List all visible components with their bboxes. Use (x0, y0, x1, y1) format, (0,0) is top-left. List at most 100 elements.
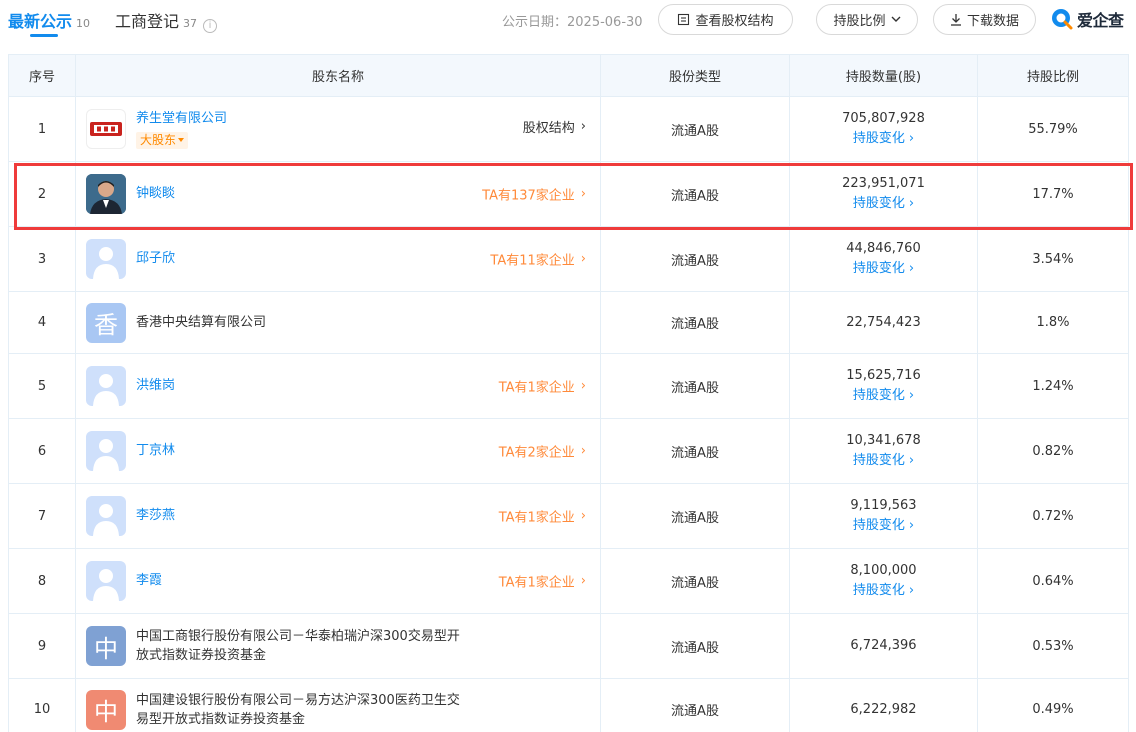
table-row: 9 中 中国工商银行股份有限公司－华泰柏瑞沪深300交易型开放式指数证券投资基金… (8, 613, 1129, 679)
share-type: 流通A股 (600, 613, 790, 679)
row-index: 8 (8, 548, 76, 614)
share-type: 流通A股 (600, 548, 790, 614)
related-companies-link[interactable]: TA有137家企业 › (482, 185, 586, 204)
table-row: 4 香 香港中央结算有限公司 流通A股 22,754,423 1.8% (8, 291, 1129, 354)
share-ratio: 3.54% (977, 226, 1129, 292)
column-header-share-type: 股份类型 (600, 54, 790, 97)
table-row: 3 邱子欣 TA有11家企业 › 流通A股 44,846,760 持股变化 › … (8, 226, 1129, 292)
share-quantity: 8,100,000 (850, 563, 917, 578)
holding-change-link[interactable]: 持股变化 › (853, 129, 914, 149)
quantity-cell: 6,222,982 (789, 678, 978, 732)
shareholder-cell: 李莎燕 TA有1家企业 › (75, 483, 601, 549)
info-icon[interactable]: i (203, 19, 218, 33)
quantity-cell: 44,846,760 持股变化 › (789, 226, 978, 292)
share-type: 流通A股 (600, 291, 790, 354)
chevron-right-icon: › (908, 583, 915, 598)
link-label: 持股变化 (852, 583, 905, 598)
link-label: 持股变化 (852, 388, 905, 403)
shareholder-name-link[interactable]: 李霞 (136, 572, 162, 590)
person-silhouette-icon (93, 439, 119, 471)
chevron-right-icon: › (908, 196, 915, 211)
shareholder-cell: 香 香港中央结算有限公司 (75, 291, 601, 354)
shareholder-name-link[interactable]: 养生堂有限公司 (136, 110, 227, 128)
button-label: 下载数据 (966, 14, 1019, 29)
shareholder-name-link[interactable]: 钟睒睒 (136, 185, 175, 203)
link-label: 持股变化 (852, 196, 905, 211)
related-companies-link[interactable]: TA有2家企业 › (499, 442, 586, 461)
default-person-avatar (86, 366, 126, 406)
tab-latest-disclosure[interactable]: 最新公示 10 (8, 8, 90, 37)
share-ratio: 0.53% (977, 613, 1129, 679)
row-index: 4 (8, 291, 76, 354)
chevron-right-icon: › (908, 131, 915, 146)
share-type: 流通A股 (600, 226, 790, 292)
shareholder-name: 香港中央结算有限公司 (136, 314, 267, 330)
table-header-row: 序号 股东名称 股份类型 持股数量(股) 持股比例 (8, 54, 1129, 97)
download-icon (950, 14, 961, 26)
chevron-right-icon: › (580, 251, 586, 267)
table-row: 5 洪维岗 TA有1家企业 › 流通A股 15,625,716 持股变化 › 1… (8, 353, 1129, 419)
link-label: TA有1家企业 (498, 510, 575, 526)
holding-change-link[interactable]: 持股变化 › (853, 581, 914, 601)
chevron-right-icon: › (580, 443, 586, 459)
shareholder-name-link[interactable]: 丁京林 (136, 442, 175, 460)
shareholder-name-link[interactable]: 洪维岗 (136, 377, 175, 395)
share-ratio: 55.79% (977, 96, 1129, 162)
holding-change-link[interactable]: 持股变化 › (853, 386, 914, 406)
company-initial-avatar: 中 (86, 689, 126, 730)
person-photo-avatar (86, 174, 126, 214)
related-companies-link[interactable]: TA有11家企业 › (490, 250, 586, 269)
share-ratio: 0.82% (977, 418, 1129, 484)
share-type: 流通A股 (600, 418, 790, 484)
quantity-cell: 9,119,563 持股变化 › (789, 483, 978, 549)
tab-label: 工商登记 (115, 12, 180, 31)
tab-count: 37 (183, 17, 198, 30)
chevron-right-icon: › (908, 518, 915, 533)
default-person-avatar (86, 561, 126, 601)
shareholder-cell: 钟睒睒 TA有137家企业 › (75, 161, 601, 227)
holding-change-link[interactable]: 持股变化 › (853, 194, 914, 214)
company-initial-avatar: 中 (86, 626, 126, 666)
shareholder-name: 中国建设银行股份有限公司－易方达沪深300医药卫生交易型开放式指数证券投资基金 (136, 692, 460, 727)
quantity-cell: 223,951,071 持股变化 › (789, 161, 978, 227)
row-index: 1 (8, 96, 76, 162)
holding-change-link[interactable]: 持股变化 › (853, 259, 914, 279)
ratio-dropdown-button[interactable]: 持股比例 (816, 4, 918, 35)
person-silhouette-icon (93, 504, 119, 536)
holding-change-link[interactable]: 持股变化 › (853, 451, 914, 471)
share-ratio: 1.24% (977, 353, 1129, 419)
shareholder-cell: 养生堂有限公司 大股东 股权结构 › (75, 96, 601, 162)
shareholder-cell: 邱子欣 TA有11家企业 › (75, 226, 601, 292)
quantity-cell: 15,625,716 持股变化 › (789, 353, 978, 419)
person-silhouette-icon (93, 247, 119, 279)
share-quantity: 6,724,396 (850, 638, 917, 653)
column-header-shareholder: 股东名称 (75, 54, 601, 97)
share-type: 流通A股 (600, 678, 790, 732)
related-companies-link[interactable]: TA有1家企业 › (499, 572, 586, 591)
link-label: 持股变化 (852, 453, 905, 468)
related-companies-link[interactable]: TA有1家企业 › (499, 377, 586, 396)
shareholder-name-link[interactable]: 李莎燕 (136, 507, 175, 525)
major-shareholder-tag[interactable]: 大股东 (136, 131, 189, 149)
chevron-right-icon: › (580, 573, 586, 589)
tab-business-registration[interactable]: 工商登记 37 i (115, 8, 218, 33)
related-companies-link[interactable]: TA有1家企业 › (499, 507, 586, 526)
shareholder-name-link[interactable]: 邱子欣 (136, 250, 175, 268)
link-label: 股权结构 (522, 121, 575, 136)
holding-change-link[interactable]: 持股变化 › (853, 516, 914, 536)
share-quantity: 705,807,928 (842, 111, 925, 126)
shareholder-name: 中国工商银行股份有限公司－华泰柏瑞沪深300交易型开放式指数证券投资基金 (136, 629, 460, 663)
brand-name: 爱企查 (1077, 11, 1124, 30)
link-label: 持股变化 (852, 261, 905, 276)
equity-structure-link[interactable]: 股权结构 › (523, 117, 586, 136)
shareholder-cell: 中 中国建设银行股份有限公司－易方达沪深300医药卫生交易型开放式指数证券投资基… (75, 678, 601, 732)
quantity-cell: 10,341,678 持股变化 › (789, 418, 978, 484)
view-equity-structure-button[interactable]: 查看股权结构 (658, 4, 793, 35)
share-quantity: 223,951,071 (842, 176, 925, 191)
link-label: TA有2家企业 (498, 445, 575, 461)
download-data-button[interactable]: 下载数据 (933, 4, 1036, 35)
button-label: 查看股权结构 (695, 14, 774, 29)
link-label: 持股变化 (852, 518, 905, 533)
table-row: 8 李霞 TA有1家企业 › 流通A股 8,100,000 持股变化 › 0.6… (8, 548, 1129, 614)
row-index: 6 (8, 418, 76, 484)
